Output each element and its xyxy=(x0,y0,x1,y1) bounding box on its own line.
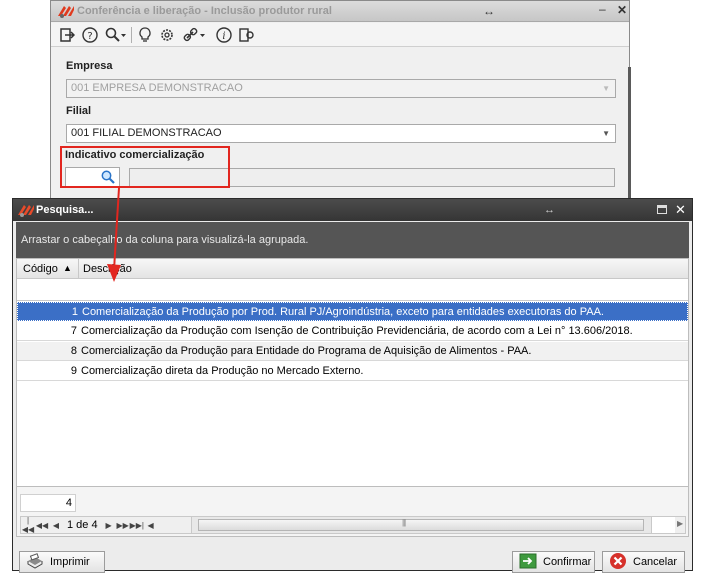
grid-footer: 4 |◀◀ ◀◀ ◀ 1 de 4 ▶ ▶▶ ▶▶| ◀ ||| ▶ xyxy=(16,487,689,537)
chevron-down-icon: ▼ xyxy=(602,84,610,93)
cell-description: Comercialização da Produção para Entidad… xyxy=(81,345,532,357)
move-icon[interactable]: ↔ xyxy=(544,204,555,216)
page-indicator: 1 de 4 xyxy=(67,519,98,531)
table-row[interactable]: 7 Comercialização da Produção com Isençã… xyxy=(17,322,688,341)
printer-icon xyxy=(26,552,44,572)
record-count: 4 xyxy=(20,494,76,512)
gear-icon[interactable] xyxy=(159,25,175,45)
link-icon[interactable] xyxy=(183,25,207,45)
next-page-group-icon[interactable]: ▶▶ xyxy=(116,521,130,530)
table-row[interactable]: 8 Comercialização da Produção para Entid… xyxy=(17,342,688,361)
chevron-down-icon[interactable]: ▼ xyxy=(602,125,610,142)
table-row[interactable]: 1 Comercialização da Produção por Prod. … xyxy=(17,302,688,321)
cell-code: 8 xyxy=(70,345,77,357)
cell-code: 1 xyxy=(71,306,78,318)
scroll-right-icon[interactable]: ▶ xyxy=(677,519,683,528)
next-page-icon[interactable]: ▶ xyxy=(102,521,116,530)
cell-description: Comercialização direta da Produção no Me… xyxy=(81,365,364,377)
app-logo-icon xyxy=(57,4,75,21)
sort-ascending-icon: ▲ xyxy=(63,263,72,273)
info-icon[interactable]: i xyxy=(216,25,232,45)
svg-text:?: ? xyxy=(87,31,92,42)
cancel-icon xyxy=(609,552,627,573)
cell-description: Comercialização da Produção com Isenção … xyxy=(81,325,633,337)
export-icon[interactable] xyxy=(238,25,254,45)
annotation-arrow xyxy=(107,187,121,282)
close-button[interactable]: ✕ xyxy=(675,202,686,218)
column-header-codigo[interactable]: Código xyxy=(23,263,58,275)
confirm-icon xyxy=(519,553,537,572)
table-row[interactable]: 9 Comercialização direta da Produção no … xyxy=(17,362,688,381)
cancel-button[interactable]: Cancelar xyxy=(602,551,685,573)
print-button[interactable]: Imprimir xyxy=(19,551,105,573)
help-icon[interactable]: ? xyxy=(82,25,98,45)
main-window-titlebar[interactable]: Conferência e liberação - Inclusão produ… xyxy=(51,1,629,22)
empresa-label: Empresa xyxy=(66,60,113,72)
close-button[interactable]: ✕ xyxy=(617,3,627,17)
pager: |◀◀ ◀◀ ◀ 1 de 4 ▶ ▶▶ ▶▶| ◀ ||| ▶ xyxy=(20,516,686,534)
cell-code: 9 xyxy=(70,365,77,377)
filial-select[interactable]: 001 FILIAL DEMONSTRACAO ▼ xyxy=(66,124,616,143)
prev-page-icon[interactable]: ◀ xyxy=(49,521,63,530)
search-dialog-title: Pesquisa... xyxy=(36,204,94,216)
main-window-title: Conferência e liberação - Inclusão produ… xyxy=(77,5,332,17)
highlight-annotation xyxy=(60,146,230,188)
bulb-icon[interactable] xyxy=(137,25,153,45)
move-icon[interactable]: ↔ xyxy=(483,4,495,18)
scrollbar-thumb[interactable] xyxy=(198,519,644,531)
empresa-select: 001 EMPRESA DEMONSTRACAO ▼ xyxy=(66,79,616,98)
results-grid: Código ▲ Descrição 1 Comercialização da … xyxy=(16,258,689,487)
toolbar: ? i xyxy=(51,23,629,47)
filial-label: Filial xyxy=(66,105,92,117)
first-page-icon[interactable]: |◀◀ xyxy=(21,516,35,534)
exit-icon[interactable] xyxy=(59,25,75,45)
cell-code: 7 xyxy=(70,325,77,337)
app-logo-icon xyxy=(17,203,35,220)
search-icon[interactable] xyxy=(105,25,127,45)
svg-text:i: i xyxy=(222,31,225,42)
prev-page-group-icon[interactable]: ◀◀ xyxy=(35,521,49,530)
last-page-icon[interactable]: ▶▶| xyxy=(130,521,144,530)
minimize-button[interactable]: – xyxy=(599,2,606,16)
confirm-button[interactable]: Confirmar xyxy=(512,551,595,573)
scroll-left-icon[interactable]: ◀ xyxy=(144,521,158,530)
maximize-button[interactable] xyxy=(657,205,667,214)
cell-description: Comercialização da Produção por Prod. Ru… xyxy=(82,306,604,318)
horizontal-scrollbar[interactable]: ||| xyxy=(191,517,651,533)
